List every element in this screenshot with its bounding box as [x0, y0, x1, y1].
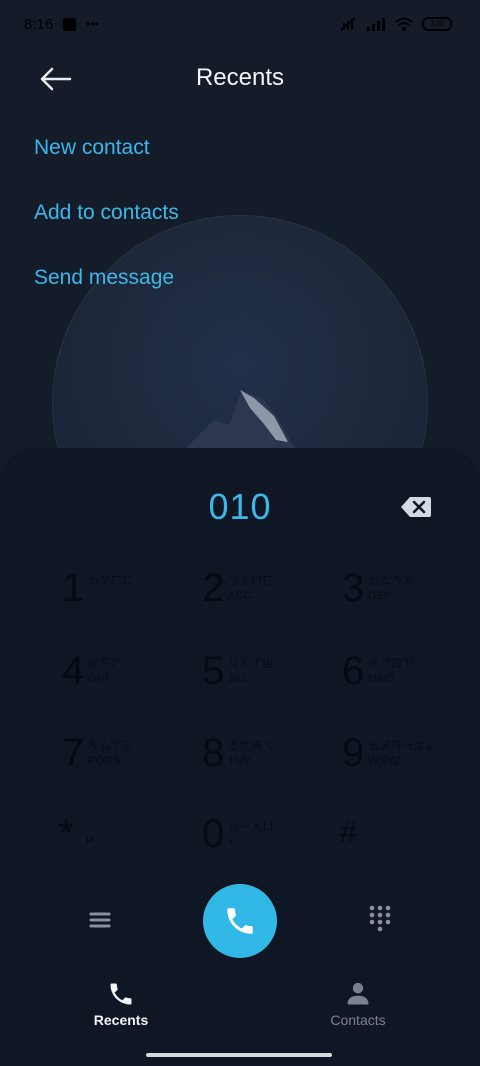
key-digit: 6 — [342, 649, 365, 693]
key-letters: ㄦㄧㄨㄩ + — [228, 820, 274, 850]
add-to-contacts-link[interactable]: Add to contacts — [34, 197, 179, 262]
dialpad-toggle-icon[interactable] — [368, 904, 392, 934]
tab-recents-label: Recents — [93, 1012, 149, 1028]
key-letters: ㄔㄕㄖㄗ MNO — [368, 657, 414, 687]
dial-key-1[interactable]: 1 ㄉㄚㄈㄈ — [62, 566, 192, 626]
key-letters: ㄅㄆㄇㄈ ABC — [228, 574, 274, 604]
dial-key-3[interactable]: 3 ㄉㄊㄋㄌ DEF — [342, 566, 472, 626]
key-letters-top: ㄦㄧㄨㄩ — [228, 821, 274, 833]
key-digit: * — [58, 812, 74, 856]
more-notifications-icon: ••• — [86, 17, 99, 31]
send-message-link[interactable]: Send message — [34, 262, 179, 327]
key-digit: 4 — [62, 649, 85, 693]
key-letters: ㄘㄙㄚㄛ PQRS — [88, 739, 134, 769]
menu-icon[interactable] — [86, 906, 114, 934]
key-letters-top: ㄘㄙㄚㄛ — [88, 740, 134, 752]
dialer-controls — [0, 880, 480, 960]
key-letters-bottom: MNO — [368, 673, 396, 685]
key-letters-bottom: ABC — [228, 590, 253, 602]
key-letters-top: ㄉㄚㄈㄈ — [88, 575, 134, 587]
dial-key-0[interactable]: 0 ㄦㄧㄨㄩ + — [202, 812, 332, 872]
dial-key-5[interactable]: 5 ㄐㄑㄒㄓ JKL — [202, 649, 332, 709]
key-digit: 0 — [202, 812, 225, 856]
page-title: Recents — [195, 64, 285, 91]
key-letters-bottom: P — [86, 835, 94, 847]
person-icon — [347, 982, 369, 1005]
key-letters-top: ㄔㄕㄖㄗ — [368, 658, 414, 670]
key-letters-top: ㄜㄝㄞㄟ — [228, 740, 274, 752]
key-letters-bottom: TUV — [228, 755, 252, 767]
dial-key-star[interactable]: * P — [58, 812, 188, 872]
key-letters: ㄍㄎㄏ GHI — [88, 657, 123, 687]
key-letters: ㄜㄝㄞㄟ TUV — [228, 739, 274, 769]
key-letters-top: ㄍㄎㄏ — [88, 658, 123, 670]
bottom-tab-bar: Recents Contacts — [0, 976, 480, 1036]
key-letters-bottom: DEF — [368, 590, 392, 602]
phone-icon — [110, 983, 132, 1005]
key-digit: 8 — [202, 731, 225, 775]
key-letters-bottom: GHI — [88, 673, 110, 685]
key-letters: ㄉㄊㄋㄌ DEF — [368, 574, 414, 604]
status-bar: 8:16 ••• 100 — [0, 0, 480, 48]
new-contact-link[interactable]: New contact — [34, 132, 179, 197]
key-letters-top: ㄐㄑㄒㄓ — [228, 658, 274, 670]
tab-recents[interactable]: Recents — [61, 980, 181, 1028]
status-left: 8:16 ••• — [24, 16, 99, 33]
dial-key-2[interactable]: 2 ㄅㄆㄇㄈ ABC — [202, 566, 332, 626]
backspace-icon[interactable] — [400, 496, 432, 518]
home-indicator[interactable] — [146, 1053, 332, 1057]
status-right: 100 — [338, 16, 452, 32]
key-digit: # — [340, 816, 357, 849]
tab-contacts-label: Contacts — [330, 1012, 386, 1028]
dial-key-4[interactable]: 4 ㄍㄎㄏ GHI — [62, 649, 192, 709]
key-letters-bottom: JKL — [228, 673, 249, 685]
key-letters-top: ㄅㄆㄇㄈ — [228, 575, 274, 587]
wifi-icon — [395, 17, 413, 31]
battery-icon: 100 — [422, 17, 452, 31]
key-digit: 1 — [62, 566, 85, 610]
key-digit: 3 — [342, 566, 365, 610]
key-letters: P — [86, 834, 94, 849]
key-digit: 9 — [342, 731, 365, 775]
battery-level: 100 — [430, 19, 444, 28]
key-letters-bottom: + — [228, 836, 235, 848]
key-letters: ㄠㄡㄢㄣㄤㄥ WXYZ — [368, 739, 437, 769]
dial-key-hash[interactable]: # — [340, 812, 470, 872]
status-time: 8:16 — [24, 15, 54, 33]
dial-key-9[interactable]: 9 ㄠㄡㄢㄣㄤㄥ WXYZ — [342, 731, 472, 791]
key-digit: 7 — [62, 731, 85, 775]
dial-key-7[interactable]: 7 ㄘㄙㄚㄛ PQRS — [62, 731, 192, 791]
key-letters: ㄐㄑㄒㄓ JKL — [228, 657, 274, 687]
number-actions: New contact Add to contacts Send message — [34, 132, 179, 327]
key-letters: ㄉㄚㄈㄈ — [88, 574, 134, 589]
notification-icon — [63, 17, 77, 31]
top-bar: Recents — [0, 50, 480, 106]
no-sim-icon — [340, 17, 356, 31]
key-letters-top: ㄉㄊㄋㄌ — [368, 575, 414, 587]
call-button[interactable] — [203, 884, 277, 958]
key-digit: 2 — [202, 566, 225, 610]
tab-contacts[interactable]: Contacts — [298, 980, 418, 1028]
signal-icon — [367, 18, 385, 31]
key-digit: 5 — [202, 649, 225, 693]
dial-key-8[interactable]: 8 ㄜㄝㄞㄟ TUV — [202, 731, 332, 791]
key-letters-bottom: PQRS — [88, 755, 122, 767]
key-letters-bottom: WXYZ — [368, 755, 402, 767]
phone-icon — [227, 908, 253, 934]
dial-key-6[interactable]: 6 ㄔㄕㄖㄗ MNO — [342, 649, 472, 709]
key-letters-top: ㄠㄡㄢㄣㄤㄥ — [368, 740, 437, 752]
